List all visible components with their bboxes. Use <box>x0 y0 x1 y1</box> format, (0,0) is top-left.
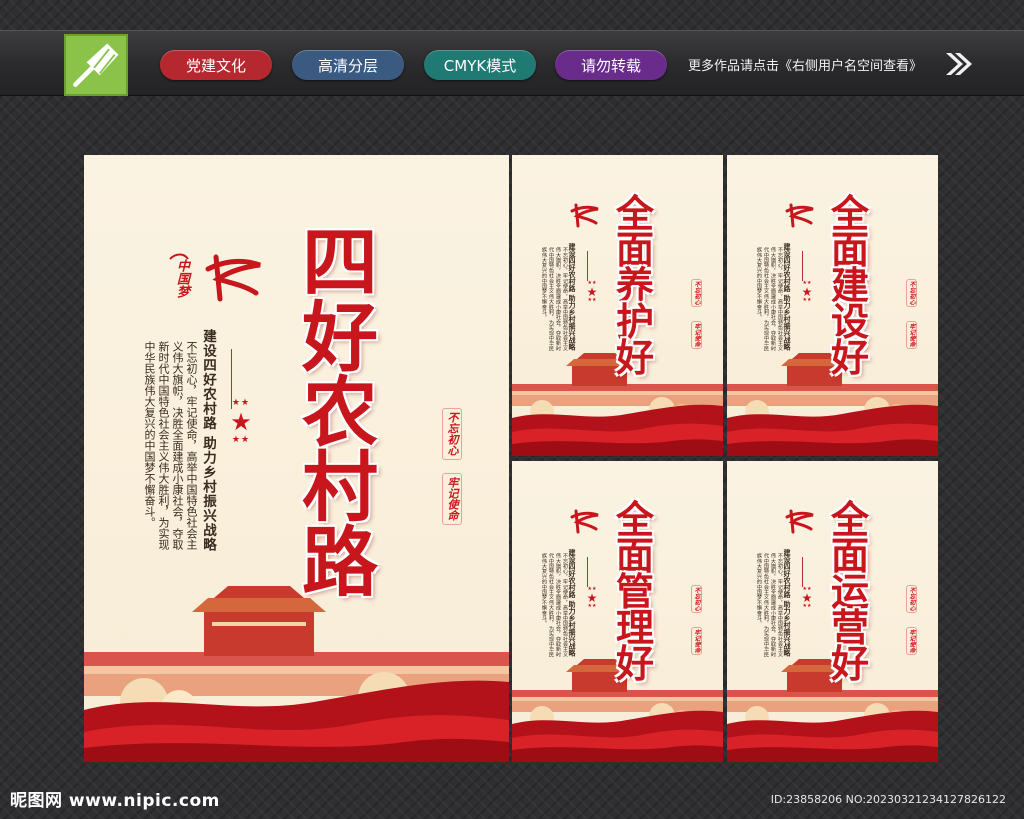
seal-stamp: 不忘初心 <box>691 279 702 307</box>
seal-stamp: 不忘初心 <box>906 585 917 613</box>
poster-main: 中国梦 四 好 农 村 路 建设四好农村路 助力乡村振兴战略 不忘初心，牢记使命… <box>84 155 509 762</box>
poster-body-text: 不忘初心，牢记使命，高举中国特色社会主义伟大旗帜，决胜全面建成小康社会，夺取新时… <box>143 341 198 550</box>
star-decoration-icon: ★★ ★ ★★ <box>801 586 813 609</box>
poster-title: 全 面 运 营 好 <box>831 497 870 686</box>
poster-slogan: 建设四好农村路 助力乡村振兴战略 <box>783 243 792 351</box>
site-watermark[interactable]: 昵图网 www.nipic.com <box>10 786 220 811</box>
divider-line <box>587 251 588 281</box>
seal-stamp: 牢记使命 <box>442 473 462 525</box>
poster-maintenance: 全 面 养 护 好 建设四好农村路 助力乡村振兴战略 不忘初心，牢记使命，高举中… <box>512 155 723 456</box>
poster-body-text: 不忘初心，牢记使命，高举中国特色社会主义伟大旗帜，决胜全面建成小康社会，夺取新时… <box>756 247 783 351</box>
poster-slogan: 建设四好农村路 助力乡村振兴战略 <box>783 549 792 657</box>
seal-stamp: 牢记使命 <box>691 321 702 349</box>
poster-body-text: 不忘初心，牢记使命，高举中国特色社会主义伟大旗帜，决胜全面建成小康社会，夺取新时… <box>756 553 783 657</box>
seal-stamp: 牢记使命 <box>691 627 702 655</box>
badge-hd-layers[interactable]: 高清分层 <box>292 50 404 80</box>
poster-title: 全 面 建 设 好 <box>831 191 870 380</box>
poster-title: 全 面 养 护 好 <box>616 191 655 380</box>
divider-line <box>587 557 588 587</box>
star-decoration-icon: ★★ ★ ★★ <box>586 586 598 609</box>
star-decoration-icon: ★★ ★ ★★ <box>801 280 813 303</box>
seal-stamp: 不忘初心 <box>691 585 702 613</box>
poster-title: 全 面 管 理 好 <box>616 497 655 686</box>
china-dream-calligraphy <box>570 509 599 534</box>
poster-operation: 全 面 运 营 好 建设四好农村路 助力乡村振兴战略 不忘初心，牢记使命，高举中… <box>727 461 938 762</box>
poster-body-text: 不忘初心，牢记使命，高举中国特色社会主义伟大旗帜，决胜全面建成小康社会，夺取新时… <box>541 553 568 657</box>
more-works-link[interactable]: 更多作品请点击《右侧用户名空间查看》 <box>688 55 922 74</box>
image-id-line: ID:23858206 NO:20230321234127826122 <box>770 793 1006 806</box>
badge-cmyk-mode[interactable]: CMYK模式 <box>424 50 536 80</box>
poster-slogan: 建设四好农村路 助力乡村振兴战略 <box>568 243 577 351</box>
badge-party-culture[interactable]: 党建文化 <box>160 50 272 80</box>
china-dream-calligraphy <box>570 203 599 228</box>
pen-nib-icon <box>73 43 119 87</box>
poster-body-text: 不忘初心，牢记使命，高举中国特色社会主义伟大旗帜，决胜全面建成小康社会，夺取新时… <box>541 247 568 351</box>
poster-construction: 全 面 建 设 好 建设四好农村路 助力乡村振兴战略 不忘初心，牢记使命，高举中… <box>727 155 938 456</box>
divider-line <box>802 557 803 587</box>
seal-stamp: 牢记使命 <box>906 321 917 349</box>
divider-line <box>802 251 803 281</box>
double-arrow-right-icon[interactable] <box>944 50 974 78</box>
poster-management: 全 面 管 理 好 建设四好农村路 助力乡村振兴战略 不忘初心，牢记使命，高举中… <box>512 461 723 762</box>
site-logo[interactable] <box>64 34 128 96</box>
seal-stamp: 不忘初心 <box>442 408 462 460</box>
china-dream-mark: 中国梦 <box>174 259 189 298</box>
seal-stamp: 牢记使命 <box>906 627 917 655</box>
seal-stamp: 不忘初心 <box>906 279 917 307</box>
china-dream-calligraphy <box>785 203 814 228</box>
badge-no-repost[interactable]: 请勿转载 <box>555 50 667 80</box>
poster-title: 四 好 农 村 路 <box>302 218 378 607</box>
poster-slogan: 建设四好农村路 助力乡村振兴战略 <box>568 549 577 657</box>
poster-slogan: 建设四好农村路 助力乡村振兴战略 <box>200 329 216 553</box>
star-decoration-icon: ★★ ★ ★★ <box>230 398 252 445</box>
star-decoration-icon: ★★ ★ ★★ <box>586 280 598 303</box>
china-dream-calligraphy <box>785 509 814 534</box>
